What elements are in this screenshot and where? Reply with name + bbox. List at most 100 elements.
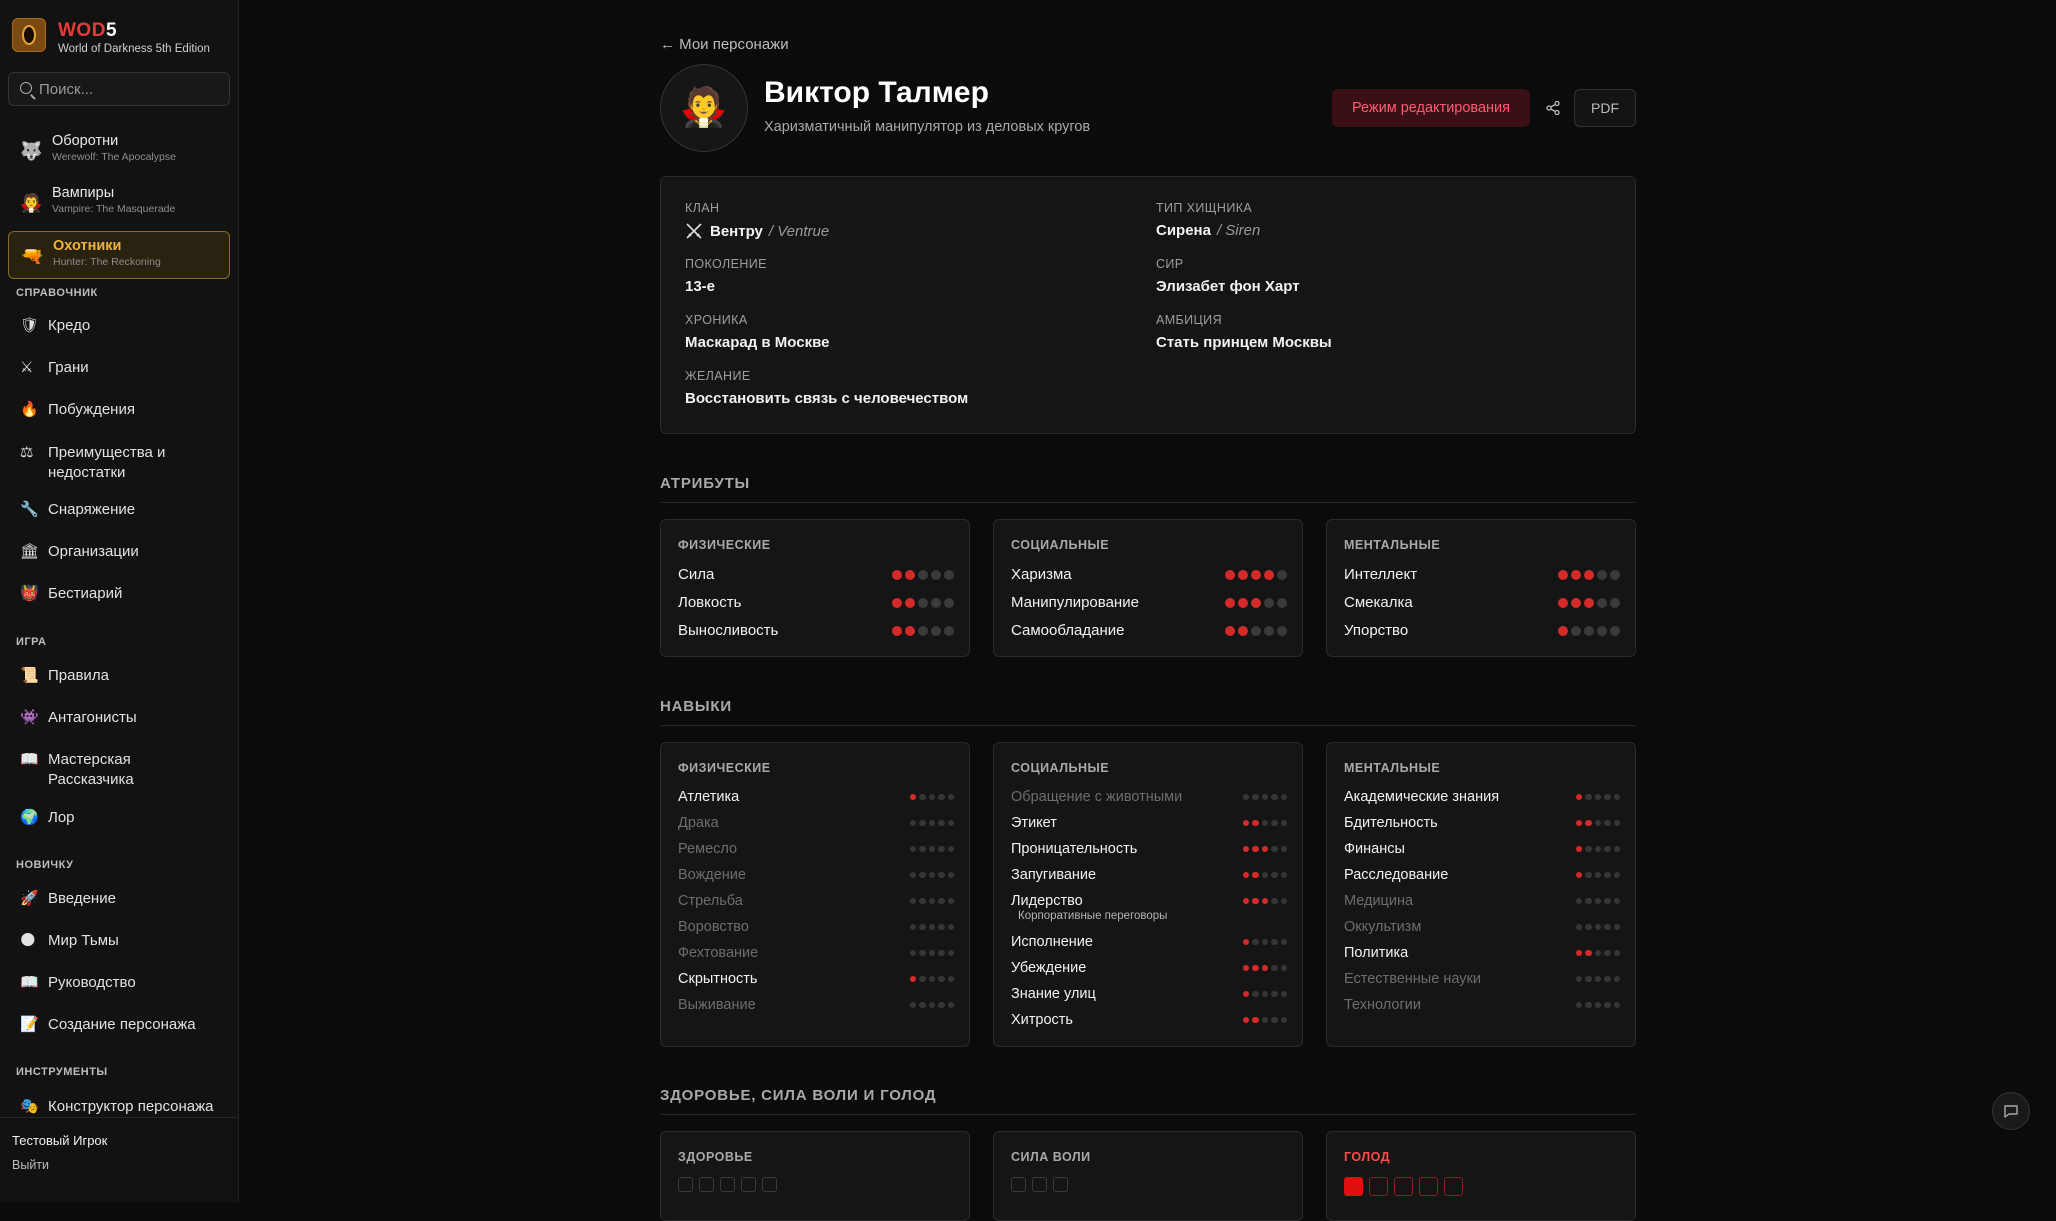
willpower-box[interactable]	[1053, 1177, 1068, 1192]
dot	[1604, 1001, 1611, 1009]
search-input[interactable]: Поиск...	[8, 72, 230, 106]
attribute-dots[interactable]	[892, 625, 954, 636]
attribute-dots[interactable]	[892, 569, 954, 580]
skill-dots[interactable]	[1242, 897, 1287, 905]
masks-icon: 🎭	[20, 1098, 39, 1115]
edit-mode-button[interactable]: Режим редактирования	[1332, 89, 1530, 127]
attribute-dots[interactable]	[1558, 597, 1620, 608]
skill-dots[interactable]	[1575, 845, 1620, 853]
nav-item-reference-1[interactable]: ⚔ Грани	[20, 358, 230, 378]
skill-dots[interactable]	[1575, 949, 1620, 957]
hunger-box[interactable]	[1369, 1177, 1388, 1196]
hunger-box[interactable]	[1344, 1177, 1363, 1196]
dot	[1558, 625, 1568, 636]
chronicle-label: ХРОНИКА	[685, 313, 748, 327]
health-box[interactable]	[678, 1177, 693, 1192]
attribute-dots[interactable]	[1225, 569, 1287, 580]
skill-dots[interactable]	[909, 819, 954, 827]
pdf-button[interactable]: PDF	[1574, 89, 1636, 127]
nav-item-reference-6[interactable]: 👹 Бестиарий	[20, 584, 230, 604]
skill-dots[interactable]	[909, 845, 954, 853]
health-box[interactable]	[699, 1177, 714, 1192]
health-box[interactable]	[762, 1177, 777, 1192]
attribute-dots[interactable]	[1558, 569, 1620, 580]
dot	[947, 897, 954, 905]
dot	[1571, 625, 1581, 636]
nav-item-game-2[interactable]: 📖 Мастерская Рассказчика	[20, 750, 230, 790]
nav-item-newbie-1[interactable]: 🌑 Мир Тьмы	[20, 931, 230, 951]
skill-dots[interactable]	[1575, 923, 1620, 931]
nav-item-reference-0[interactable]: 🛡 Кредо	[20, 316, 230, 336]
dot	[947, 1001, 954, 1009]
nav-item-newbie-0[interactable]: 🚀 Введение	[20, 889, 230, 909]
game-item-1[interactable]: 🧛 Вампиры Vampire: The Masquerade	[8, 179, 230, 227]
nav-item-tools-0[interactable]: 🎭 Конструктор персонажа	[20, 1097, 230, 1117]
attribute-dots[interactable]	[1225, 597, 1287, 608]
hunger-box[interactable]	[1419, 1177, 1438, 1196]
chat-button[interactable]	[1992, 1092, 2030, 1130]
dot	[918, 597, 928, 608]
nav-item-newbie-3[interactable]: 📝 Создание персонажа	[20, 1015, 230, 1035]
nav-item-game-1[interactable]: 👾 Антагонисты	[20, 708, 230, 728]
skill-dots[interactable]	[909, 871, 954, 879]
logo-icon[interactable]	[12, 18, 46, 52]
dot	[892, 597, 902, 608]
logout-link[interactable]: Выйти	[12, 1158, 49, 1172]
dot	[1280, 871, 1287, 879]
willpower-box[interactable]	[1011, 1177, 1026, 1192]
skill-dots[interactable]	[1242, 1016, 1287, 1024]
game-item-0[interactable]: 🐺 Оборотни Werewolf: The Apocalypse	[8, 127, 230, 175]
willpower-box[interactable]	[1032, 1177, 1047, 1192]
skill-dots[interactable]	[909, 949, 954, 957]
skill-dots[interactable]	[1575, 793, 1620, 801]
dot	[1594, 793, 1601, 801]
nav-item-reference-3[interactable]: ⚖ Преимущества и недостатки	[20, 443, 230, 483]
health-box[interactable]	[741, 1177, 756, 1192]
skill-dots[interactable]	[1575, 975, 1620, 983]
skill-dots[interactable]	[1575, 819, 1620, 827]
hunger-box[interactable]	[1444, 1177, 1463, 1196]
skill-dots[interactable]	[1575, 871, 1620, 879]
skill-row: Драка	[678, 815, 954, 831]
health-box[interactable]	[720, 1177, 735, 1192]
skill-dots[interactable]	[1242, 938, 1287, 946]
clan-label: КЛАН	[685, 201, 720, 215]
nav-item-reference-5[interactable]: 🏛 Организации	[20, 542, 230, 562]
skill-dots[interactable]	[909, 897, 954, 905]
skill-dots[interactable]	[1242, 990, 1287, 998]
dot	[1280, 990, 1287, 998]
nav-item-reference-2[interactable]: 🔥 Побуждения	[20, 400, 230, 420]
attribute-dots[interactable]	[892, 597, 954, 608]
attribute-row: Харизма	[1011, 566, 1287, 583]
skill-row: Скрытность	[678, 971, 954, 987]
back-link[interactable]: ← Мои персонажи	[660, 36, 789, 53]
share-button[interactable]	[1538, 89, 1568, 127]
dot	[1271, 845, 1278, 853]
skill-dots[interactable]	[1242, 871, 1287, 879]
skill-dots[interactable]	[1575, 897, 1620, 905]
skill-dots[interactable]	[909, 793, 954, 801]
nav-item-label: Мастерская Рассказчика	[48, 751, 134, 788]
dot	[1251, 569, 1261, 580]
skill-dots[interactable]	[1242, 845, 1287, 853]
skill-dots[interactable]	[1242, 793, 1287, 801]
brand-title[interactable]: WOD5	[58, 20, 117, 42]
attribute-dots[interactable]	[1558, 625, 1620, 636]
skill-dots[interactable]	[1242, 819, 1287, 827]
attribute-dots[interactable]	[1225, 625, 1287, 636]
skill-dots[interactable]	[1242, 964, 1287, 972]
skill-dots[interactable]	[909, 923, 954, 931]
nav-item-game-3[interactable]: 🌍 Лор	[20, 808, 230, 828]
skill-box-0: ФИЗИЧЕСКИЕ Атлетика Драка Ремесло Вождение Ст…	[660, 742, 970, 1047]
skill-dots[interactable]	[1575, 1001, 1620, 1009]
skill-dots[interactable]	[909, 975, 954, 983]
dot	[909, 845, 916, 853]
nav-item-reference-4[interactable]: 🔧 Снаряжение	[20, 500, 230, 520]
game-item-2[interactable]: 🔫 Охотники Hunter: The Reckoning	[8, 231, 230, 279]
nav-item-newbie-2[interactable]: 📖 Руководство	[20, 973, 230, 993]
nav-item-game-0[interactable]: 📜 Правила	[20, 666, 230, 686]
skill-dots[interactable]	[909, 1001, 954, 1009]
predator-value: Сирена / Siren	[1156, 222, 1260, 239]
dot	[1604, 819, 1611, 827]
hunger-box[interactable]	[1394, 1177, 1413, 1196]
